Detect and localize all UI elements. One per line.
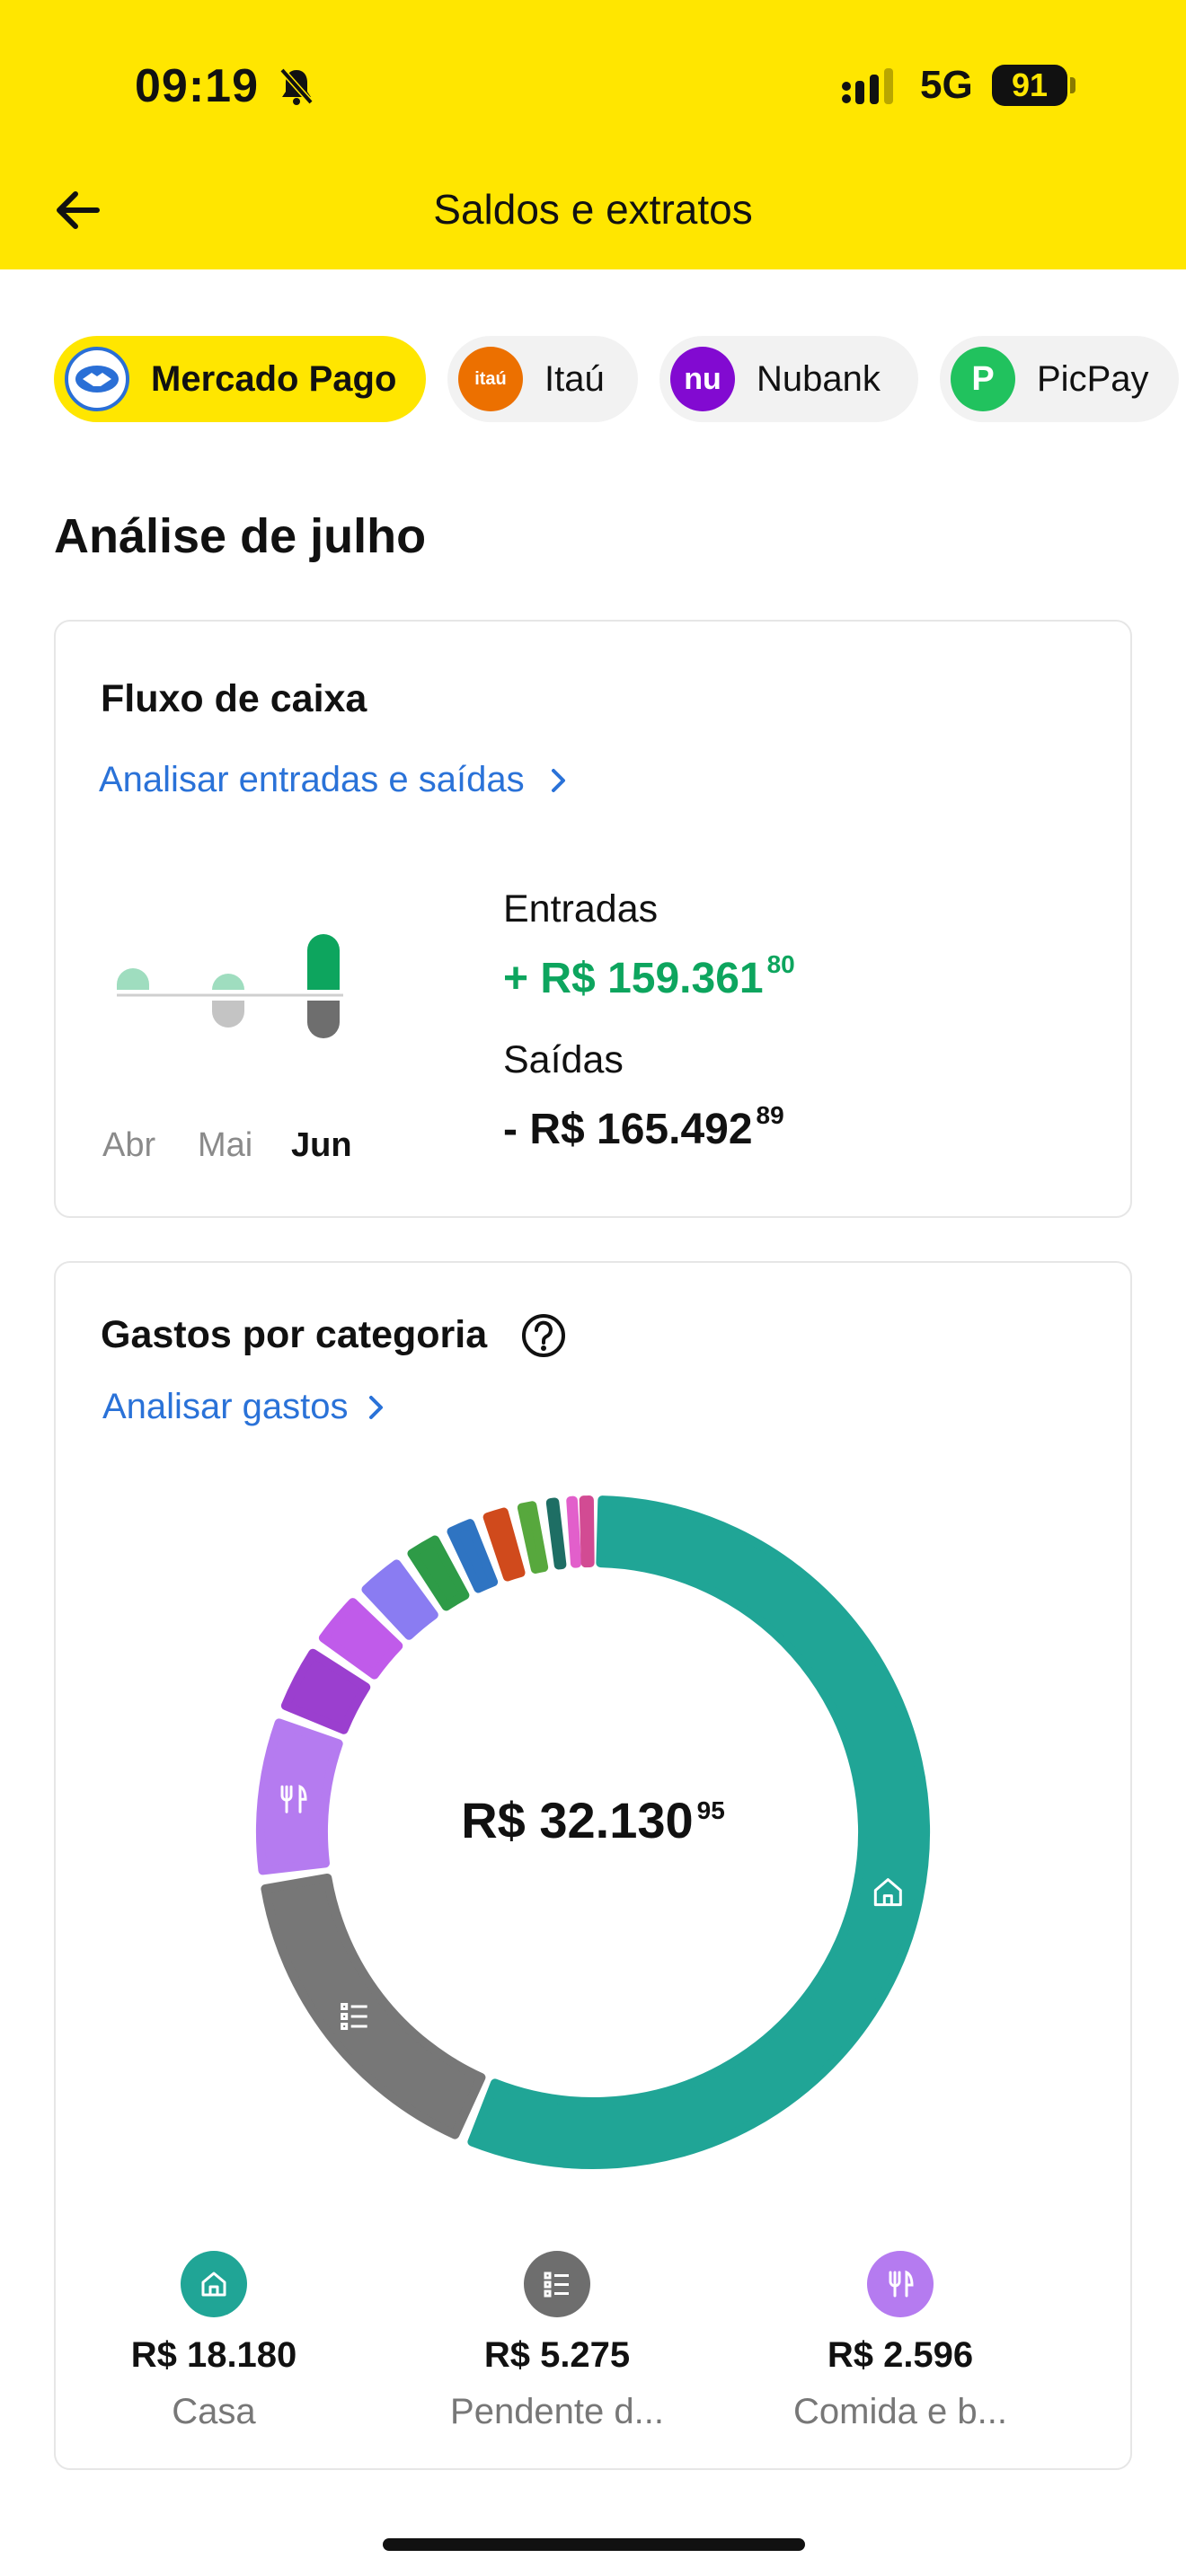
signal-icon	[842, 68, 893, 104]
legend-name: Pendente d...	[450, 2392, 664, 2431]
chevron-right-icon	[369, 1395, 384, 1419]
expense-label: Saídas	[503, 1038, 624, 1081]
mercado-pago-logo-icon	[65, 347, 129, 411]
income-cents: 80	[766, 950, 795, 978]
legend-name: Comida e b...	[793, 2392, 1007, 2431]
bank-chip-label: Itaú	[544, 358, 605, 399]
categories-title: Gastos por categoria	[101, 1313, 488, 1356]
itau-logo-icon: itaú	[458, 347, 523, 411]
battery-tip	[1070, 77, 1075, 93]
network-type: 5G	[920, 63, 973, 107]
categories-link[interactable]: Analisar gastos	[102, 1387, 385, 1427]
bar-jun-expense	[307, 1001, 340, 1038]
home-icon	[181, 2251, 247, 2317]
section-title: Análise de julho	[54, 509, 427, 563]
income-amount: + R$ 159.361 80	[503, 950, 795, 1003]
bar-mai-expense	[212, 1001, 244, 1028]
home-indicator	[383, 2538, 805, 2551]
fork-knife-icon	[867, 2251, 934, 2317]
cash-flow-link[interactable]: Analisar entradas e saídas	[99, 760, 568, 800]
bank-chip-label: Mercado Pago	[151, 358, 397, 399]
month-label: Abr	[102, 1126, 156, 1164]
bank-chip-label: Nubank	[757, 358, 881, 399]
bank-chip-nubank[interactable]: nu Nubank	[659, 336, 918, 422]
bar-mai-income	[212, 974, 244, 990]
donut-slice-8[interactable]	[482, 1507, 526, 1582]
categories-link-label: Analisar gastos	[102, 1387, 349, 1426]
bank-chip-mercado-pago[interactable]: Mercado Pago	[54, 336, 426, 422]
cash-flow-link-label: Analisar entradas e saídas	[99, 760, 525, 799]
legend-item-pendente[interactable]: R$ 5.275 Pendente d...	[422, 2251, 692, 2432]
bar-abr-income	[117, 968, 149, 990]
total-cents: 95	[696, 1796, 725, 1824]
legend-value: R$ 5.275	[483, 2335, 631, 2375]
expense-amount: - R$ 165.492 89	[503, 1101, 784, 1154]
legend-item-comida[interactable]: R$ 2.596 Comida e b...	[766, 2251, 1035, 2432]
list-icon	[524, 2251, 590, 2317]
bank-chip-itau[interactable]: itaú Itaú	[447, 336, 638, 422]
nubank-logo-icon: nu	[670, 347, 735, 411]
income-value: R$ 159.361	[540, 955, 764, 1002]
donut-slice-pendente-d[interactable]	[261, 1873, 486, 2139]
bank-chip-picpay[interactable]: P PicPay	[940, 336, 1179, 422]
bell-muted-icon	[279, 67, 314, 105]
legend-value: R$ 18.180	[130, 2335, 297, 2375]
status-time: 09:19	[135, 60, 259, 112]
donut-slice-12[interactable]	[579, 1495, 595, 1568]
bank-chip-label: PicPay	[1037, 358, 1149, 399]
page-title: Saldos e extratos	[433, 186, 753, 233]
cash-flow-title: Fluxo de caixa	[101, 677, 367, 720]
donut-slice-11[interactable]	[566, 1495, 582, 1568]
month-label: Jun	[291, 1126, 352, 1164]
income-prefix: +	[503, 955, 529, 1002]
picpay-logo-icon: P	[951, 347, 1015, 411]
help-icon[interactable]	[519, 1311, 568, 1360]
month-label: Mai	[198, 1126, 253, 1164]
expense-prefix: -	[503, 1106, 518, 1153]
income-label: Entradas	[503, 887, 659, 931]
donut-slice-9[interactable]	[517, 1501, 549, 1574]
expense-cents: 89	[756, 1101, 784, 1129]
cash-flow-bars	[117, 934, 343, 1038]
donut-slice-10[interactable]	[545, 1497, 567, 1570]
legend-item-casa[interactable]: R$ 18.180 Casa	[79, 2251, 349, 2432]
battery-indicator: 91	[992, 65, 1067, 106]
legend-name: Casa	[172, 2392, 256, 2431]
total-value: R$ 32.130	[461, 1792, 694, 1848]
total-amount: R$ 32.130 95	[341, 1791, 845, 1849]
expense-value: R$ 165.492	[529, 1106, 753, 1153]
chevron-right-icon	[551, 768, 565, 792]
bar-jun-income	[307, 934, 340, 990]
legend-value: R$ 2.596	[827, 2335, 974, 2375]
